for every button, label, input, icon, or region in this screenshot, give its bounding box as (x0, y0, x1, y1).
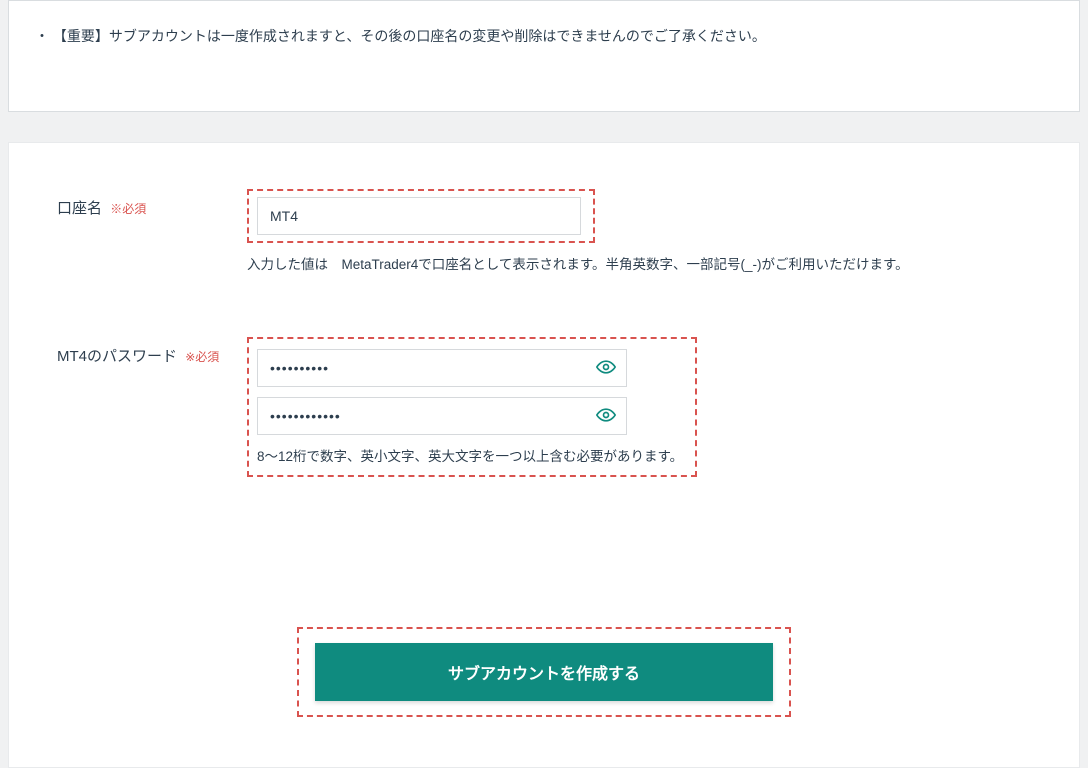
form-card: 口座名 ※必須 入力した値は MetaTrader4で口座名として表示されます。… (8, 142, 1080, 768)
password-highlight-frame: 8～12桁で数字、英小文字、英大文字を一つ以上含む必要があります。 (247, 337, 697, 477)
account-name-input[interactable] (257, 197, 581, 235)
password-row: MT4のパスワード ※必須 (57, 337, 1031, 477)
account-name-label-col: 口座名 ※必須 (57, 189, 247, 218)
account-name-highlight-frame (247, 189, 595, 243)
password-label-col: MT4のパスワード ※必須 (57, 337, 247, 366)
password-field-col: 8～12桁で数字、英小文字、英大文字を一つ以上含む必要があります。 (247, 337, 1031, 477)
account-name-field-col: 入力した値は MetaTrader4で口座名として表示されます。半角英数字、一部… (247, 189, 1031, 273)
account-name-row: 口座名 ※必須 入力した値は MetaTrader4で口座名として表示されます。… (57, 189, 1031, 273)
password-wrap-2 (257, 397, 627, 435)
toggle-password-visibility-1[interactable] (591, 353, 621, 383)
password-label: MT4のパスワード (57, 348, 177, 365)
notice-box: ・ 【重要】サブアカウントは一度作成されますと、その後の口座名の変更や削除はでき… (8, 0, 1080, 112)
required-mark: ※必須 (185, 350, 219, 364)
password-input-1[interactable] (257, 349, 627, 387)
password-help: 8～12桁で数字、英小文字、英大文字を一つ以上含む必要があります。 (257, 445, 683, 465)
password-input-2[interactable] (257, 397, 627, 435)
account-name-label: 口座名 (57, 200, 102, 217)
account-name-help: 入力した値は MetaTrader4で口座名として表示されます。半角英数字、一部… (247, 253, 1031, 273)
password-wrap-1 (257, 349, 627, 387)
eye-icon (596, 357, 616, 380)
submit-section: サブアカウントを作成する (57, 627, 1031, 717)
notice-text: ・ 【重要】サブアカウントは一度作成されますと、その後の口座名の変更や削除はでき… (35, 25, 1053, 47)
toggle-password-visibility-2[interactable] (591, 401, 621, 431)
required-mark: ※必須 (110, 202, 146, 216)
submit-highlight-frame: サブアカウントを作成する (297, 627, 791, 717)
eye-icon (596, 405, 616, 428)
create-subaccount-button[interactable]: サブアカウントを作成する (315, 643, 773, 701)
